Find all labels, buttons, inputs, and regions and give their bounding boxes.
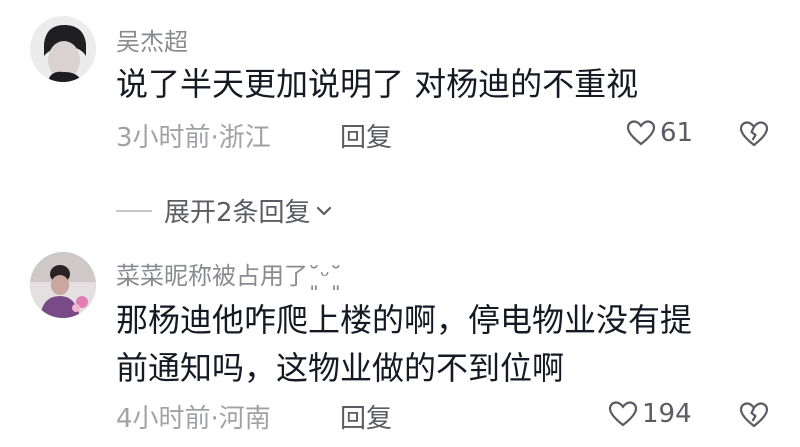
comment-username[interactable]: 吴杰超 [116, 22, 188, 57]
expand-replies-label: 展开2条回复 [164, 198, 311, 228]
comment-text: 那杨迪他咋爬上楼的啊，停电物业没有提 [116, 301, 693, 339]
like-button[interactable]: 61 [626, 118, 693, 148]
dislike-button[interactable] [739, 401, 769, 433]
comment-time-location: 4小时前·河南 [116, 404, 271, 434]
comment-text: 前通知吗，这物业做的不到位啊 [116, 349, 565, 387]
dislike-button[interactable] [739, 120, 769, 152]
heart-outline-icon [626, 120, 656, 146]
comment-text: 说了半天更加说明了 对杨迪的不重视 [116, 65, 639, 103]
expand-divider [116, 209, 152, 212]
like-count: 61 [660, 118, 694, 148]
comment-username[interactable]: 菜菜昵称被占用了˘͈ᵕ˘͈ [116, 256, 342, 291]
comment-time-location: 3小时前·浙江 [116, 123, 271, 153]
avatar[interactable] [30, 16, 96, 82]
reply-button[interactable]: 回复 [340, 117, 392, 154]
reply-button[interactable]: 回复 [340, 398, 392, 435]
broken-heart-icon [739, 402, 769, 428]
chevron-down-icon [316, 206, 331, 215]
heart-outline-icon [608, 401, 638, 427]
avatar[interactable] [30, 252, 96, 318]
expand-replies-button[interactable]: 展开2条回复 [116, 192, 333, 229]
like-button[interactable]: 194 [608, 399, 692, 429]
like-count: 194 [642, 399, 692, 429]
avatar-image [30, 16, 96, 82]
broken-heart-icon [739, 121, 769, 147]
avatar-image [30, 252, 96, 318]
